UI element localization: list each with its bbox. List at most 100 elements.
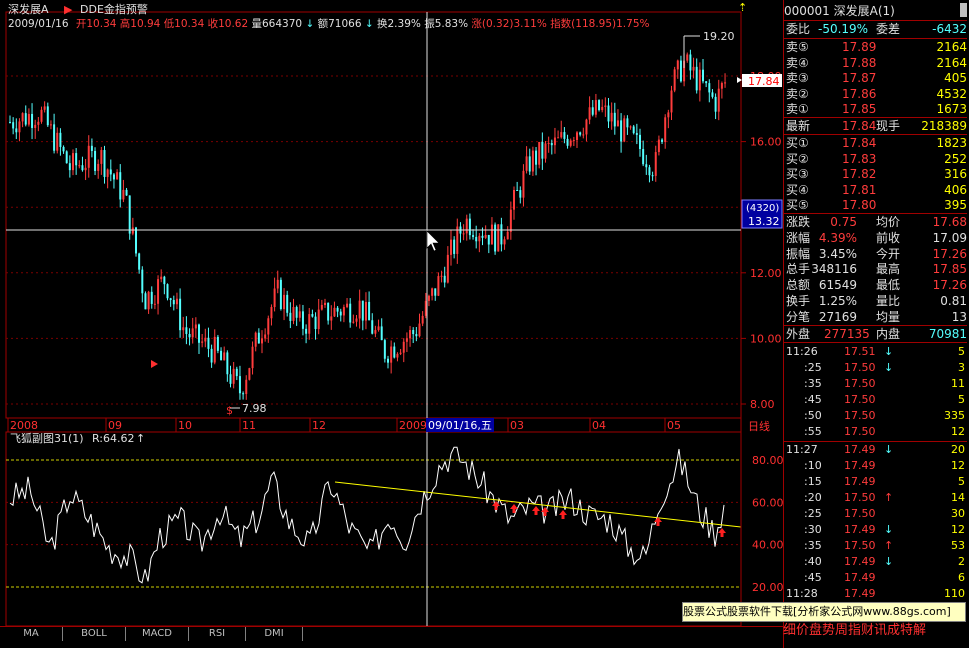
amount-value: 额71066 <box>317 18 362 30</box>
ask-row: 卖① 17.85 1673 <box>786 102 967 117</box>
stats-row: 总额 61549 最低 17.26 <box>786 278 967 293</box>
date-axis: 2008 09 10 11 12 2009 03 04 05 <box>7 418 681 432</box>
chart-area[interactable]: 2008091011122009030405 18.0016.0014.0012… <box>0 0 783 648</box>
bottom-nav[interactable]: 细价盘势周指财讯成特解 <box>783 622 969 640</box>
amplitude-value: 振5.83% <box>424 18 469 30</box>
stats-row: 总手 348116 最高 17.85 <box>786 262 967 277</box>
ask-row: 卖② 17.86 4532 <box>786 86 967 101</box>
tick-row: 11:27 17.49 ↓ 20 <box>786 443 965 456</box>
mouse-cursor-icon <box>426 230 440 252</box>
date-tick: 10 <box>178 419 192 432</box>
candlesticks <box>9 49 727 400</box>
price-tick: 12.00 <box>750 267 782 280</box>
signal-arrow-icon <box>718 528 726 537</box>
price-tick: 16.00 <box>750 136 782 149</box>
stock-name: 深发展A <box>8 3 49 16</box>
svg-text:↑: ↑ <box>136 432 145 445</box>
tick-row: :40 17.49 ↓ 2 <box>804 555 965 568</box>
change-value: 涨(0.32)3.11% <box>471 18 547 30</box>
tick-row: :25 17.50 30 <box>804 507 965 520</box>
tick-row: :10 17.49 12 <box>804 459 965 472</box>
open-value: 开10.34 <box>75 18 117 30</box>
panel-close-icon[interactable] <box>960 3 967 17</box>
trend-line <box>334 481 742 528</box>
tab-rsi[interactable]: RSI <box>189 627 246 641</box>
tab-ma[interactable]: MA <box>0 627 63 641</box>
cursor-date: 09/01/16,五 <box>428 419 492 432</box>
cursor-value: 13.32 <box>748 215 780 228</box>
sub-gridlines: 80.00 60.00 40.00 20.00 <box>6 454 783 594</box>
high-value: 高10.94 <box>119 18 161 30</box>
sub-tick: 20.00 <box>752 581 783 594</box>
date-tick: 04 <box>592 419 606 432</box>
tab-dmi[interactable]: DMI <box>246 627 303 641</box>
panel-title: 000001 深发展A(1) <box>784 4 895 18</box>
tick-row: :45 17.50 5 <box>804 393 965 406</box>
signal-arrow-icon <box>510 504 518 513</box>
tick-row: :30 17.49 ↓ 12 <box>804 523 965 536</box>
volume-value: 量664370 <box>251 18 303 30</box>
signal-arrow-icon <box>559 510 567 519</box>
low-value: 低10.34 <box>163 18 205 30</box>
quote-panel: 000001 深发展A(1) 委比 -50.19% 委差 -6432 卖⑤ 17.… <box>783 0 969 648</box>
ask-row: 卖⑤ 17.89 2164 <box>786 40 967 54</box>
signal-arrow-icon <box>492 501 500 510</box>
bid-row: 买① 17.84 1823 <box>786 136 967 150</box>
kline-chart[interactable]: 2008091011122009030405 18.0016.0014.0012… <box>0 0 783 626</box>
signal-arrow-icon <box>532 506 540 515</box>
buy-marker-icon <box>151 360 158 368</box>
main-chart-frame <box>5 11 742 419</box>
info-date: 2009/01/16 <box>8 18 69 30</box>
indicator-name[interactable]: DDE金指预警 <box>80 3 148 16</box>
latest-row: 最新 17.84 现手 218389 <box>786 119 967 133</box>
turnover-value: 换2.39% <box>377 18 421 30</box>
date-tick: 2008 <box>10 419 38 432</box>
period-label[interactable]: 日线 <box>748 419 770 433</box>
tab-boll[interactable]: BOLL <box>63 627 126 641</box>
bid-row: 买④ 17.81 406 <box>786 182 967 197</box>
stats-row: 振幅 3.45% 今开 17.26 <box>786 246 967 261</box>
tick-row: :15 17.49 5 <box>804 475 965 488</box>
date-tick: 03 <box>510 419 524 432</box>
sub-tick: 60.00 <box>752 496 783 509</box>
indicator-tab-bar: MA BOLL MACD RSI DMI <box>0 626 783 641</box>
stats-row: 涨跌 0.75 均价 17.68 <box>786 215 967 229</box>
sub-chart-value: R:64.62 <box>92 432 135 445</box>
stats-row: 分笔 27169 均量 13 <box>786 309 967 324</box>
max-price-label: 19.20 <box>703 30 735 43</box>
tick-row: 11:26 17.51 ↓ 5 <box>786 345 965 358</box>
tick-row: :45 17.49 6 <box>804 571 965 584</box>
stats-row: 换手 1.25% 量比 0.81 <box>786 294 967 308</box>
ask-row: 卖③ 17.87 405 <box>786 71 967 86</box>
price-tick: 8.00 <box>750 398 775 411</box>
sell-marker-icon: $ <box>226 404 233 417</box>
chart-title-row: 深发展A ▶ DDE金指预警 <box>8 1 148 17</box>
sub-tick: 80.00 <box>752 454 783 467</box>
play-icon[interactable]: ▶ <box>64 3 72 16</box>
bid-row: 买② 17.83 252 <box>786 151 967 166</box>
sub-chart-title: 飞狐副图31(1) <box>10 431 84 445</box>
tick-row: :55 17.50 12 <box>804 425 965 438</box>
cursor-count: (4320) <box>746 203 779 214</box>
tick-row: 11:28 17.49 110 <box>786 587 965 600</box>
bid-row: 买③ 17.82 316 <box>786 167 967 182</box>
sub-tick: 40.00 <box>752 539 783 552</box>
tick-row: :50 17.50 335 <box>804 409 965 422</box>
bid-row: 买⑤ 17.80 395 <box>786 198 967 213</box>
date-tick: 2009 <box>399 419 427 432</box>
date-tick: 09 <box>108 419 122 432</box>
ad-banner[interactable]: 股票公式股票软件下载[分析家公式网www.88gs.com] <box>682 602 966 622</box>
tick-row: :20 17.50 ↑ 14 <box>804 491 965 504</box>
tick-row: :25 17.50 ↓ 3 <box>804 361 965 374</box>
index-value: 指数(118.95)1.75% <box>550 18 650 30</box>
current-price-label: 17.84 <box>748 75 780 88</box>
outer-inner-row: 外盘 277135 内盘 70981 <box>786 327 967 341</box>
tick-row: :35 17.50 11 <box>804 377 965 390</box>
weibi-row: 委比 -50.19% 委差 -6432 <box>786 22 967 36</box>
price-tick: 10.00 <box>750 332 782 345</box>
tab-macd[interactable]: MACD <box>126 627 189 641</box>
ask-row: 卖④ 17.88 2164 <box>786 55 967 70</box>
oscillator-line <box>9 446 725 584</box>
date-tick: 11 <box>242 419 256 432</box>
date-tick: 05 <box>667 419 681 432</box>
